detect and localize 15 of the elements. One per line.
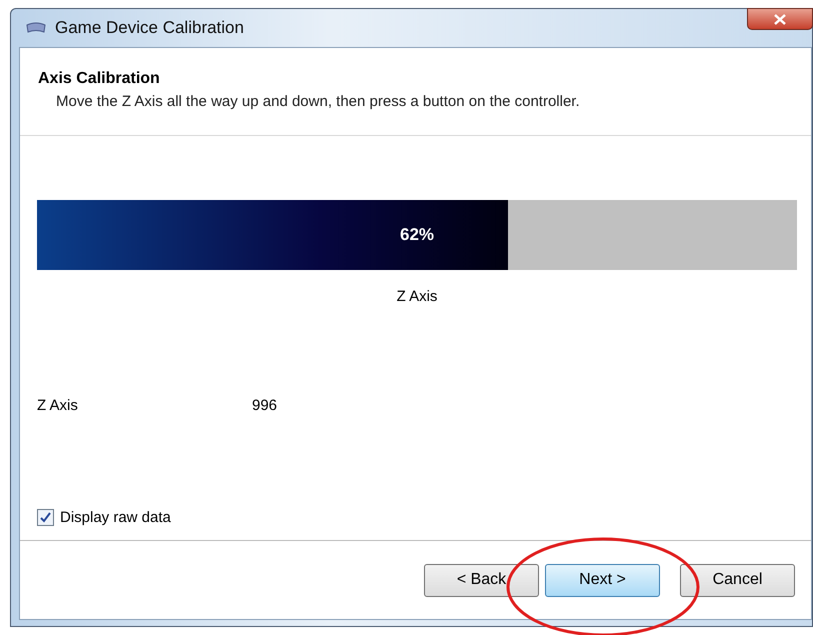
instruction-text: Move the Z Axis all the way up and down, then press a button on the controller. [56,93,581,110]
close-button[interactable] [747,8,813,30]
progress-percent: 62% [400,225,434,245]
window-title: Game Device Calibration [55,18,244,38]
raw-axis-value: 996 [252,397,278,414]
step-title: Axis Calibration [38,70,161,88]
checkbox-label: Display raw data [60,509,171,526]
close-icon [774,14,786,24]
raw-axis-name: Z Axis [37,397,79,414]
checkbox[interactable] [37,509,54,526]
wizard-button[interactable]: < Back [424,564,539,596]
axis-label: Z Axis [396,288,438,305]
wizard-button[interactable]: Cancel [680,564,795,596]
checkmark-icon [40,512,51,523]
wizard-button[interactable]: Next > [545,564,660,596]
